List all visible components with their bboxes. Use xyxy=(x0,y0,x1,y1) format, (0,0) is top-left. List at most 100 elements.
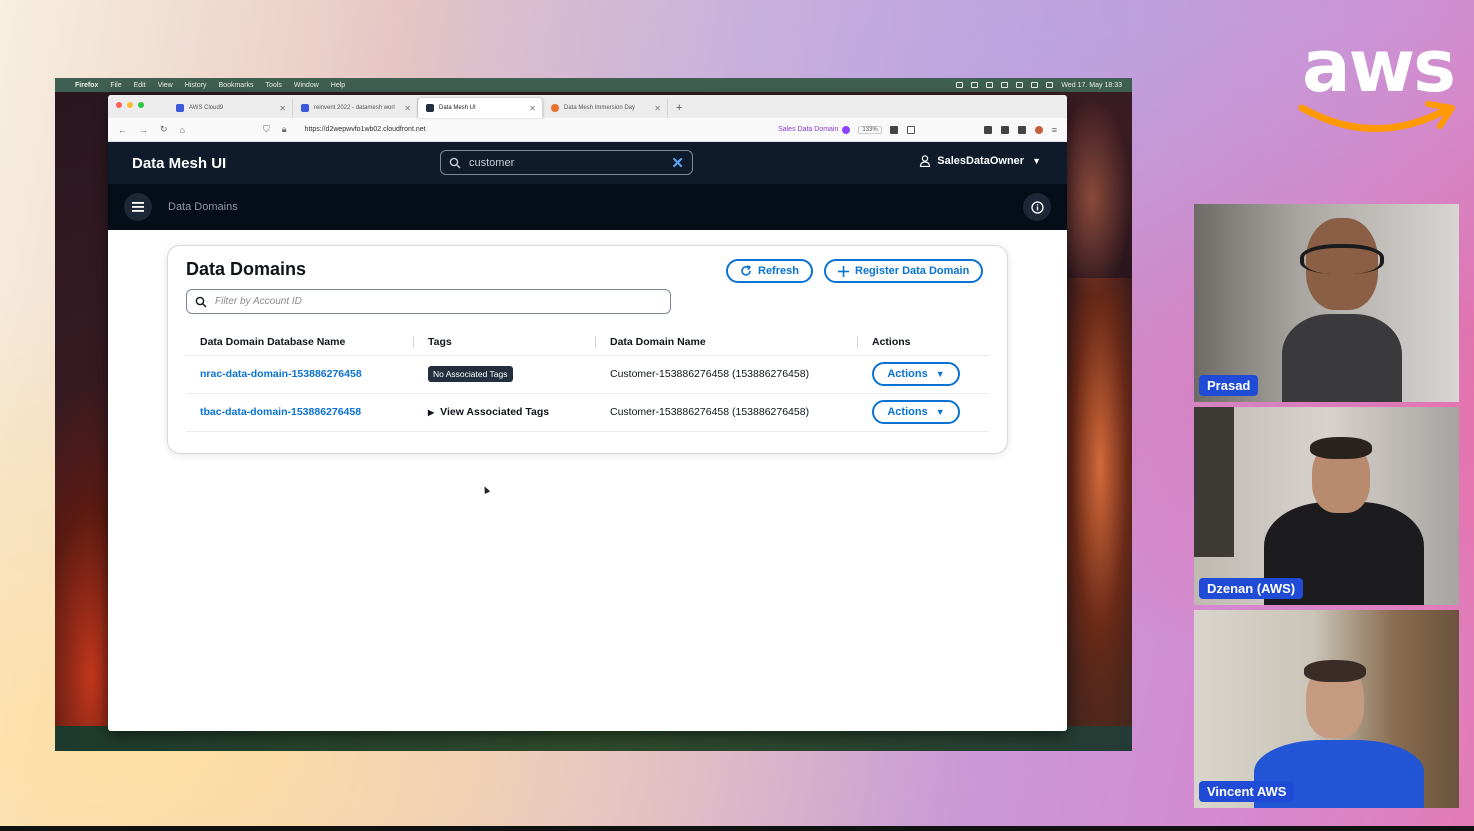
immersion-day-icon xyxy=(551,104,559,112)
navigation-bar: ← → ↻ ⌂ ⛉ 🔒︎ https://d2wepwvfo1wb02.clou… xyxy=(108,118,1067,142)
no-tags-badge: No Associated Tags xyxy=(428,366,513,382)
app-title[interactable]: Data Mesh UI xyxy=(132,155,226,172)
menu-icon[interactable]: ≡ xyxy=(1052,125,1057,135)
address-bar[interactable]: https://d2wepwvfo1wb02.cloudfront.net xyxy=(305,126,426,133)
extension-icon[interactable] xyxy=(983,125,992,134)
tab-bar: AWS Cloud9 ✕ reinvent 2022 - datamesh wo… xyxy=(108,95,1067,118)
forward-icon[interactable]: → xyxy=(139,125,148,135)
tab-immersion-day[interactable]: Data Mesh Immersion Day ✕ xyxy=(543,98,668,118)
refresh-button[interactable]: Refresh xyxy=(726,259,813,283)
column-header-domain-name[interactable]: Data Domain Name xyxy=(596,329,858,356)
window-controls xyxy=(116,102,149,108)
participant-name: Vincent AWS xyxy=(1199,781,1295,802)
workshop-icon xyxy=(301,104,309,112)
column-header-tags[interactable]: Tags xyxy=(414,329,596,356)
menu-view[interactable]: View xyxy=(158,82,173,89)
extension-icon[interactable] xyxy=(1034,125,1043,134)
tab-reinvent-workshop[interactable]: reinvent 2022 - datamesh worl ✕ xyxy=(293,98,418,118)
tab-data-mesh-ui[interactable]: Data Mesh UI ✕ xyxy=(418,98,543,118)
search-icon xyxy=(195,296,207,307)
container-label[interactable]: Sales Data Domain xyxy=(778,126,838,133)
bottom-bar xyxy=(0,826,1474,831)
column-header-actions[interactable]: Actions xyxy=(858,329,989,356)
hamburger-icon xyxy=(132,202,144,212)
close-tab-icon[interactable]: ✕ xyxy=(529,104,536,113)
filter-input[interactable] xyxy=(215,296,655,307)
close-tab-icon[interactable]: ✕ xyxy=(404,104,411,113)
menu-edit[interactable]: Edit xyxy=(134,82,146,89)
home-icon[interactable]: ⌂ xyxy=(180,125,185,135)
back-icon[interactable]: ← xyxy=(118,125,127,135)
refresh-label: Refresh xyxy=(758,265,799,277)
tab-aws-cloud9[interactable]: AWS Cloud9 ✕ xyxy=(168,98,293,118)
menu-help[interactable]: Help xyxy=(331,82,345,89)
aws-logo-text: aws xyxy=(1302,24,1456,108)
caret-right-icon: ▶ xyxy=(428,408,435,417)
tab-label: Data Mesh Immersion Day xyxy=(564,105,636,111)
battery-icon[interactable] xyxy=(1016,82,1024,88)
user-icon xyxy=(920,155,931,167)
caret-down-icon: ▼ xyxy=(1032,156,1041,166)
status-icon[interactable] xyxy=(956,82,964,88)
menu-bookmarks[interactable]: Bookmarks xyxy=(219,82,254,89)
shared-screen: Firefox File Edit View History Bookmarks… xyxy=(55,78,1132,751)
participant-name: Prasad xyxy=(1199,375,1259,396)
filter-by-account-field[interactable] xyxy=(186,289,671,314)
breadcrumb-bar: Data Domains xyxy=(108,184,1067,230)
table-row: nrac-data-domain-153886276458 No Associa… xyxy=(186,355,989,394)
status-icon[interactable] xyxy=(971,82,979,88)
aws-smile-icon xyxy=(1298,101,1455,132)
extension-icon[interactable] xyxy=(1017,125,1026,134)
maximize-window-button[interactable] xyxy=(138,102,144,108)
db-name-link[interactable]: tbac-data-domain-153886276458 xyxy=(200,406,361,418)
new-tab-button[interactable]: + xyxy=(668,98,690,118)
tab-label: AWS Cloud9 xyxy=(189,105,224,111)
app-header: Data Mesh UI customer ✕ SalesDataOwner ▼ xyxy=(108,142,1067,184)
close-tab-icon[interactable]: ✕ xyxy=(654,104,661,113)
extension-icon[interactable] xyxy=(889,125,898,134)
data-domains-table: Data Domain Database Name Tags Data Doma… xyxy=(186,329,989,432)
actions-dropdown-button[interactable]: Actions ▼ xyxy=(872,362,960,386)
shield-icon[interactable]: ⛉ xyxy=(263,124,270,135)
status-icon[interactable] xyxy=(986,82,994,88)
info-button[interactable] xyxy=(1023,193,1051,221)
menubar-clock[interactable]: Wed 17. May 18:33 xyxy=(1061,82,1122,89)
video-tile-vincent: Vincent AWS xyxy=(1194,610,1459,808)
menu-history[interactable]: History xyxy=(185,82,207,89)
column-header-db-name[interactable]: Data Domain Database Name xyxy=(186,329,414,356)
menubar-app-name[interactable]: Firefox xyxy=(75,82,98,89)
breadcrumb[interactable]: Data Domains xyxy=(168,201,238,213)
menu-file[interactable]: File xyxy=(110,82,121,89)
global-search[interactable]: customer ✕ xyxy=(440,150,693,175)
info-icon xyxy=(1030,200,1044,214)
menu-window[interactable]: Window xyxy=(294,82,319,89)
db-name-link[interactable]: nrac-data-domain-153886276458 xyxy=(200,368,362,380)
domain-name-cell: Customer-153886276458 (153886276458) xyxy=(596,355,858,394)
minimize-window-button[interactable] xyxy=(127,102,133,108)
hamburger-menu-button[interactable] xyxy=(124,193,152,221)
clear-search-icon[interactable]: ✕ xyxy=(671,154,684,172)
register-label: Register Data Domain xyxy=(855,265,970,277)
caret-down-icon: ▼ xyxy=(935,369,945,379)
close-window-button[interactable] xyxy=(116,102,122,108)
zoom-level[interactable]: 133% xyxy=(858,125,882,134)
data-domains-card: Data Domains Refresh Register Data Domai… xyxy=(168,246,1007,453)
search-input[interactable]: customer xyxy=(469,157,671,169)
register-data-domain-button[interactable]: Register Data Domain xyxy=(824,259,984,283)
plus-icon xyxy=(838,265,849,277)
lock-icon: 🔒︎ xyxy=(281,124,287,134)
macos-menubar: Firefox File Edit View History Bookmarks… xyxy=(55,78,1132,92)
view-tags-expander[interactable]: ▶ View Associated Tags xyxy=(428,406,549,418)
wifi-icon[interactable] xyxy=(1031,82,1039,88)
page-title: Data Domains xyxy=(186,259,307,279)
actions-dropdown-button[interactable]: Actions ▼ xyxy=(872,400,960,424)
bookmark-star-icon[interactable] xyxy=(906,125,915,134)
menu-tools[interactable]: Tools xyxy=(266,82,282,89)
reload-icon[interactable]: ↻ xyxy=(160,124,168,135)
extension-icon[interactable] xyxy=(1000,125,1009,134)
search-icon[interactable] xyxy=(1046,82,1054,88)
close-tab-icon[interactable]: ✕ xyxy=(279,104,286,113)
user-menu[interactable]: SalesDataOwner ▼ xyxy=(919,155,1041,167)
menubar-status-area: Wed 17. May 18:33 xyxy=(956,82,1122,89)
status-icon[interactable] xyxy=(1001,82,1009,88)
